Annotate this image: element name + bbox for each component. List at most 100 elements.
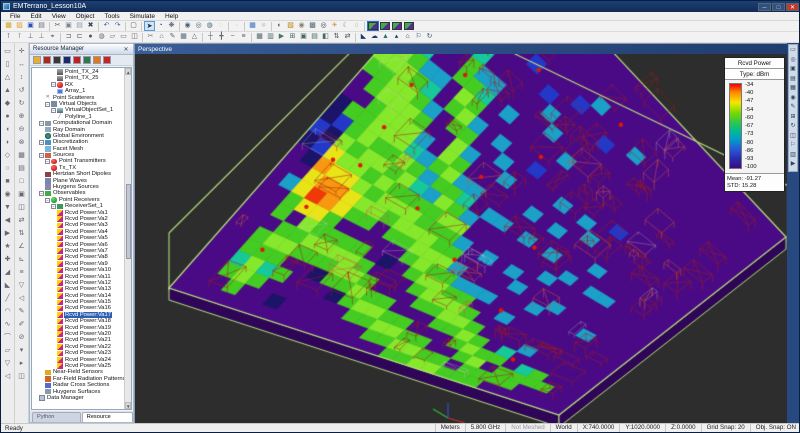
run-small-icon[interactable]: ▶ xyxy=(276,32,287,42)
wave-shape-icon[interactable]: ∿ xyxy=(2,318,14,331)
view-layout-1-icon[interactable] xyxy=(368,22,378,30)
stack-icon[interactable]: ▤ xyxy=(16,162,28,175)
rotate-ccw-icon[interactable]: ↺ xyxy=(16,84,28,97)
extrude-icon[interactable]: ⊐ xyxy=(63,32,74,42)
rm-new-icon[interactable] xyxy=(33,56,41,64)
tri-left-icon[interactable]: ◁ xyxy=(2,370,14,383)
frame-icon[interactable]: □ xyxy=(16,175,28,188)
layers-icon[interactable]: ≡ xyxy=(238,32,249,42)
target-view-icon[interactable]: ◎ xyxy=(788,56,798,66)
atmosphere-icon[interactable]: ☁ xyxy=(369,32,380,42)
revolve-icon[interactable]: ⊏ xyxy=(74,32,85,42)
print-icon[interactable]: ▤ xyxy=(36,21,47,31)
swap-horizontal-icon[interactable]: ⇄ xyxy=(342,32,353,42)
zoom-in-icon[interactable]: ◉ xyxy=(182,21,193,31)
scene-3d-view[interactable] xyxy=(135,54,788,424)
lamp-icon[interactable]: ◉ xyxy=(296,21,307,31)
expand-collapse-icon[interactable]: − xyxy=(45,159,50,164)
pan-horizontal-icon[interactable]: ↔ xyxy=(16,58,28,71)
add-node-icon[interactable]: ⊕ xyxy=(16,110,28,123)
expand-collapse-icon[interactable]: − xyxy=(51,82,56,87)
menu-item-edit[interactable]: Edit xyxy=(25,12,46,21)
tab-resource-manager[interactable]: Resource Manager xyxy=(82,412,133,422)
layers-panel-icon[interactable]: ▤ xyxy=(788,75,798,85)
dual-pane-icon[interactable]: ◫ xyxy=(16,370,28,383)
rm-observable-icon[interactable] xyxy=(83,56,91,64)
home-view-icon[interactable]: ⌂ xyxy=(156,32,167,42)
curve-shape-icon[interactable]: ⌒ xyxy=(2,331,14,344)
resource-manager-header[interactable]: Resource Manager ✕ xyxy=(30,44,133,55)
list-tool-icon[interactable]: ≡ xyxy=(16,266,28,279)
light-icon[interactable]: ◐ xyxy=(274,21,285,31)
ramp-left-icon[interactable]: ◣ xyxy=(2,279,14,292)
urban-icon[interactable]: ▴ xyxy=(391,32,402,42)
triangle-shape-icon[interactable]: △ xyxy=(2,71,14,84)
refresh-view-icon[interactable]: ↻ xyxy=(788,122,798,132)
display-icon[interactable]: ▢ xyxy=(128,21,139,31)
rotate-cw-icon[interactable]: ↻ xyxy=(16,97,28,110)
parallelogram-icon[interactable]: ▱ xyxy=(2,344,14,357)
expand-collapse-icon[interactable]: − xyxy=(45,198,50,203)
undo-icon[interactable]: ↶ xyxy=(101,21,112,31)
annotate-icon[interactable]: ✎ xyxy=(788,103,798,113)
angle-tool-icon[interactable]: ∠ xyxy=(16,240,28,253)
triangle-icon[interactable]: △ xyxy=(189,32,200,42)
expand-collapse-icon[interactable]: − xyxy=(51,108,56,113)
redo-icon[interactable]: ↷ xyxy=(112,21,123,31)
window-tool-icon[interactable]: ◫ xyxy=(129,32,140,42)
sphere-tool-icon[interactable]: ● xyxy=(85,32,96,42)
disc-shape-icon[interactable]: ◉ xyxy=(2,188,14,201)
expand-collapse-icon[interactable]: − xyxy=(39,121,44,126)
menu-item-file[interactable]: File xyxy=(5,12,25,21)
circle-shape-icon[interactable]: ○ xyxy=(2,162,14,175)
rhombus-shape-icon[interactable]: ◇ xyxy=(2,149,14,162)
rotate-view-icon[interactable]: ❋ xyxy=(166,21,177,31)
draw-icon[interactable]: ✎ xyxy=(167,32,178,42)
paste-icon[interactable]: ▤ xyxy=(74,21,85,31)
grid-snap-icon[interactable]: ▦ xyxy=(254,32,265,42)
menu-item-help[interactable]: Help xyxy=(160,12,183,21)
rm-source-icon[interactable] xyxy=(73,56,81,64)
grid-view-icon[interactable]: ▥ xyxy=(265,32,276,42)
rm-disable-icon[interactable] xyxy=(103,56,111,64)
tx-set-icon[interactable]: ⊥ xyxy=(25,32,36,42)
scene-folder-icon[interactable]: ▧ xyxy=(285,21,296,31)
refresh-icon[interactable]: ↻ xyxy=(424,32,435,42)
diamond-shape-icon[interactable]: ◆ xyxy=(2,97,14,110)
delete-icon[interactable]: ✖ xyxy=(85,21,96,31)
cut-plane-icon[interactable]: ✂ xyxy=(145,32,156,42)
scroll-up-icon[interactable]: ▲ xyxy=(125,68,131,75)
new-icon[interactable]: ▦ xyxy=(3,21,14,31)
collapse-icon[interactable]: ▾ xyxy=(16,344,28,357)
save-icon[interactable]: ▣ xyxy=(25,21,36,31)
expand-collapse-icon[interactable]: − xyxy=(39,153,44,158)
intersect-icon[interactable]: ⊗ xyxy=(16,136,28,149)
panel-close-icon[interactable]: ✕ xyxy=(122,46,130,53)
grid-fill-icon[interactable]: ▣ xyxy=(298,32,309,42)
ramp-right-icon[interactable]: ◢ xyxy=(2,266,14,279)
zoom-extents-icon[interactable]: ◌ xyxy=(215,21,226,31)
place-tx-icon[interactable]: ⊺ xyxy=(3,32,14,42)
expand-collapse-icon[interactable]: − xyxy=(51,204,56,209)
split-view-icon[interactable]: ◫ xyxy=(16,201,28,214)
pyramid-shape-icon[interactable]: ▲ xyxy=(2,84,14,97)
grid-table-icon[interactable]: ▦ xyxy=(247,21,258,31)
camera-icon[interactable]: ◎ xyxy=(318,21,329,31)
expand-collapse-icon[interactable]: − xyxy=(45,102,50,107)
scroll-down-icon[interactable]: ▼ xyxy=(125,402,131,409)
star-shape-icon[interactable]: ★ xyxy=(2,240,14,253)
sun-icon[interactable]: ☀ xyxy=(329,21,340,31)
view-layout-2-icon[interactable] xyxy=(380,22,390,30)
building-icon[interactable]: ⌂ xyxy=(402,32,413,42)
wedge-right-icon[interactable]: ▶ xyxy=(2,227,14,240)
moon-icon[interactable]: ☾ xyxy=(340,21,351,31)
menu-item-object[interactable]: Object xyxy=(71,12,100,21)
tree-scrollbar[interactable]: ▲ ▼ xyxy=(124,68,131,409)
scrollbar-thumb[interactable] xyxy=(126,184,131,259)
square-shape-icon[interactable]: ■ xyxy=(2,175,14,188)
menu-item-tools[interactable]: Tools xyxy=(99,12,124,21)
cross-shape-icon[interactable]: ✚ xyxy=(2,253,14,266)
cut-icon[interactable]: ✂ xyxy=(52,21,63,31)
line-shape-icon[interactable]: ╱ xyxy=(2,292,14,305)
view-layout-3-icon[interactable] xyxy=(392,22,402,30)
